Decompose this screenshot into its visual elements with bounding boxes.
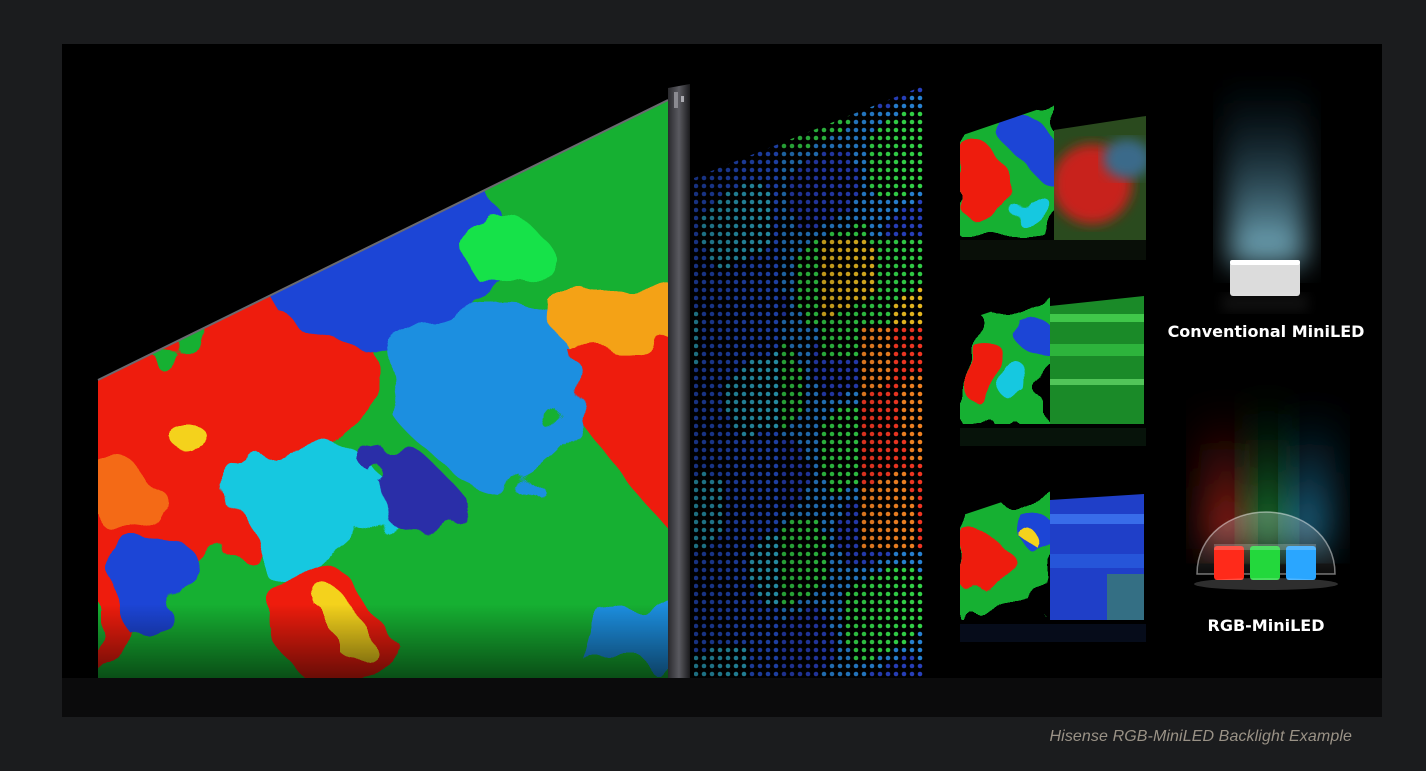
comparison-thumbnail-3 xyxy=(960,486,1146,642)
conventional-miniled-label: Conventional MiniLED xyxy=(1168,322,1365,341)
image-caption: Hisense RGB-MiniLED Backlight Example xyxy=(1049,728,1352,745)
conventional-miniled-illustration xyxy=(1222,74,1312,312)
rgb-miniled-illustration-dome xyxy=(1192,394,1344,590)
miniled-backlight-grid xyxy=(694,84,923,677)
comparison-thumbnail-2 xyxy=(960,292,1146,446)
rgb-miniled-illustration: Conventional MiniLED RGB-MiniLED xyxy=(62,74,1382,717)
rgb-miniled-label: RGB-MiniLED xyxy=(1208,616,1325,635)
tv-screen xyxy=(97,99,669,678)
tv-bezel xyxy=(668,84,690,678)
hero-image: Conventional MiniLED RGB-MiniLED xyxy=(62,44,1382,717)
comparison-thumbnail-1 xyxy=(960,104,1146,260)
